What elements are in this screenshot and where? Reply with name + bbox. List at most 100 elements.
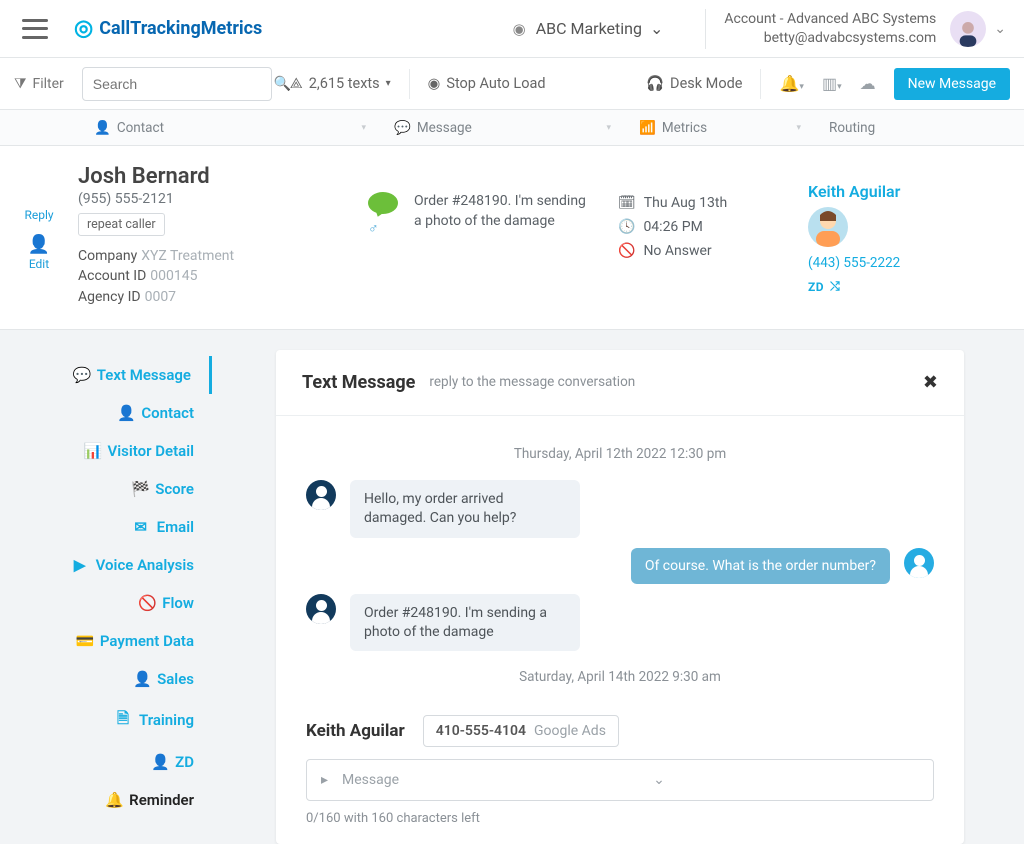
sidebar-item-score[interactable]: 🏁Score xyxy=(0,470,212,508)
play-icon: ▶ xyxy=(72,556,88,574)
user-avatar[interactable] xyxy=(950,11,986,47)
account-name: Account - Advanced ABC Systems xyxy=(724,10,936,28)
agent-name-link[interactable]: Keith Aguilar xyxy=(808,182,1024,201)
agent-tag[interactable]: ZD xyxy=(808,280,824,294)
clock-icon: 🕓 xyxy=(618,216,635,240)
col-contact[interactable]: 👤 Contact ▾ xyxy=(80,120,380,136)
bars-icon: 📶 xyxy=(639,120,656,136)
texts-count-dropdown[interactable]: ⟁ 2,615 texts ▾ xyxy=(290,75,391,92)
cloud-icon[interactable]: ☁ xyxy=(860,74,876,93)
account-info: Account - Advanced ABC Systems betty@adv… xyxy=(724,10,936,46)
doc-icon: 🗎 xyxy=(115,708,131,733)
panels-icon[interactable]: ▥▾ xyxy=(822,74,842,93)
contact-name: Josh Bernard xyxy=(78,164,368,189)
reply-link[interactable]: Reply xyxy=(0,208,78,222)
sidebar-item-sales[interactable]: 👤 Sales xyxy=(0,660,212,698)
record-row: Reply 👤 Edit Josh Bernard (955) 555-2121… xyxy=(0,146,1024,330)
sidebar-item-contact[interactable]: 👤Contact xyxy=(0,394,212,432)
expand-icon[interactable]: ▸ xyxy=(321,772,328,788)
sidebar-item-voice-analysis[interactable]: ▶ Voice Analysis xyxy=(0,546,212,584)
logo-text: CallTrackingMetrics xyxy=(99,18,262,39)
agent-phone-link[interactable]: (443) 555-2222 xyxy=(808,255,1024,271)
chat-icon: 💬 xyxy=(73,366,89,384)
search-input-wrap[interactable]: 🔍 xyxy=(82,67,272,101)
sort-icon: ▾ xyxy=(796,123,801,133)
close-icon[interactable]: ✖ xyxy=(923,372,938,393)
col-message[interactable]: 💬 Message ▾ xyxy=(380,120,625,136)
account-menu-caret-icon[interactable]: ⌄ xyxy=(994,21,1006,37)
noentry-icon: 🚫 xyxy=(138,594,154,612)
filter-button[interactable]: ⧩ Filter xyxy=(14,76,64,92)
agency-val: 0007 xyxy=(145,289,176,305)
search-input[interactable] xyxy=(93,76,274,92)
customer-avatar-icon xyxy=(306,594,336,624)
last-message-text: Order #248190. I'm sending a photo of th… xyxy=(414,192,594,231)
sidebar-item-reminder[interactable]: 🔔 Reminder xyxy=(0,781,212,819)
compose-placeholder: Message xyxy=(342,772,399,788)
reply-source: Google Ads xyxy=(534,723,606,739)
detail-sidebar: 💬Text Message👤Contact📊Visitor Detail🏁Sco… xyxy=(0,350,212,844)
contact-phone: (955) 555-2121 xyxy=(78,191,368,207)
male-icon: ♂ xyxy=(368,220,398,237)
reply-number-select[interactable]: 410-555-4104 Google Ads xyxy=(423,715,619,747)
sidebar-item-label: Flow xyxy=(162,594,194,612)
chart-icon: ⟁ xyxy=(290,75,303,92)
thread-row-outbound: Of course. What is the order number? xyxy=(306,548,934,584)
thread-date-1: Thursday, April 12th 2022 12:30 pm xyxy=(306,446,934,462)
shuffle-icon[interactable]: ⤭ xyxy=(830,279,840,294)
noanswer-icon: 🚫 xyxy=(618,240,635,264)
lower-pane: 💬Text Message👤Contact📊Visitor Detail🏁Sco… xyxy=(0,330,1024,844)
edit-link[interactable]: Edit xyxy=(0,257,78,271)
col-metrics[interactable]: 📶 Metrics ▾ xyxy=(625,120,815,136)
column-headers: 👤 Contact ▾ 💬 Message ▾ 📶 Metrics ▾ Rout… xyxy=(0,110,1024,146)
calendar-icon: 🗓 xyxy=(618,192,636,216)
col-metrics-label: Metrics xyxy=(662,120,707,136)
inbound-bubble: Order #248190. I'm sending a photo of th… xyxy=(350,594,580,652)
outbound-bubble: Of course. What is the order number? xyxy=(631,548,890,584)
sidebar-item-payment-data[interactable]: 💳Payment Data xyxy=(0,622,212,660)
mail-icon: ✉ xyxy=(133,518,149,536)
account-selector[interactable]: ABC Marketing ⌄ xyxy=(536,19,664,38)
company-val: XYZ Treatment xyxy=(141,248,234,264)
panel-subtitle: reply to the message conversation xyxy=(429,374,635,390)
sidebar-item-email[interactable]: ✉Email xyxy=(0,508,212,546)
eye-icon: ◉ xyxy=(513,20,526,38)
menu-icon[interactable] xyxy=(22,19,48,39)
inbound-bubble: Hello, my order arrived damaged. Can you… xyxy=(350,480,580,538)
person-icon: 👤 xyxy=(117,404,133,422)
contact-tag[interactable]: repeat caller xyxy=(78,213,165,236)
app-logo[interactable]: ◎ CallTrackingMetrics xyxy=(74,16,262,41)
sidebar-item-label: ZD xyxy=(175,753,194,771)
sort-icon: ▾ xyxy=(361,123,366,133)
account-val: 000145 xyxy=(150,268,197,284)
account-key: Account ID xyxy=(78,268,146,284)
new-message-button[interactable]: New Message xyxy=(894,68,1010,100)
thread-date-2: Saturday, April 14th 2022 9:30 am xyxy=(306,669,934,685)
sidebar-item-training[interactable]: 🗎Training xyxy=(0,698,212,743)
bell-icon: 🔔 xyxy=(105,791,121,809)
sidebar-item-label: Voice Analysis xyxy=(96,556,194,574)
person-icon: 👤 xyxy=(133,670,149,688)
sidebar-item-label: Sales xyxy=(157,670,194,688)
record-message: ♂ Order #248190. I'm sending a photo of … xyxy=(368,164,618,307)
toolbar: ⧩ Filter 🔍 ⟁ 2,615 texts ▾ ◉ Stop Auto L… xyxy=(0,58,1024,110)
sidebar-item-zd[interactable]: 👤ZD xyxy=(0,743,212,781)
thread-row-inbound: Hello, my order arrived damaged. Can you… xyxy=(306,480,934,538)
sidebar-item-text-message[interactable]: 💬Text Message xyxy=(0,356,212,394)
company-key: Company xyxy=(78,248,137,264)
chevron-down-icon[interactable]: ⌄ xyxy=(399,772,919,788)
compose-box[interactable]: ▸ Message ⌄ xyxy=(306,759,934,801)
stop-autoload-button[interactable]: ◉ Stop Auto Load xyxy=(428,75,546,92)
col-routing[interactable]: Routing xyxy=(815,120,1024,136)
record-metrics: 🗓Thu Aug 13th 🕓04:26 PM 🚫No Answer xyxy=(618,164,808,307)
sidebar-item-flow[interactable]: 🚫 Flow xyxy=(0,584,212,622)
bell-icon[interactable]: 🔔▾ xyxy=(779,74,803,93)
chat-icon: 💬 xyxy=(394,120,411,136)
desk-mode-button[interactable]: 🎧 Desk Mode xyxy=(646,75,743,92)
sidebar-item-visitor-detail[interactable]: 📊Visitor Detail xyxy=(0,432,212,470)
sidebar-item-label: Reminder xyxy=(129,791,194,809)
message-thread: Thursday, April 12th 2022 12:30 pm Hello… xyxy=(276,416,964,712)
top-header: ◎ CallTrackingMetrics ◉ ABC Marketing ⌄ … xyxy=(0,0,1024,58)
sort-icon: ▾ xyxy=(606,123,611,133)
stop-autoload-label: Stop Auto Load xyxy=(446,75,545,92)
